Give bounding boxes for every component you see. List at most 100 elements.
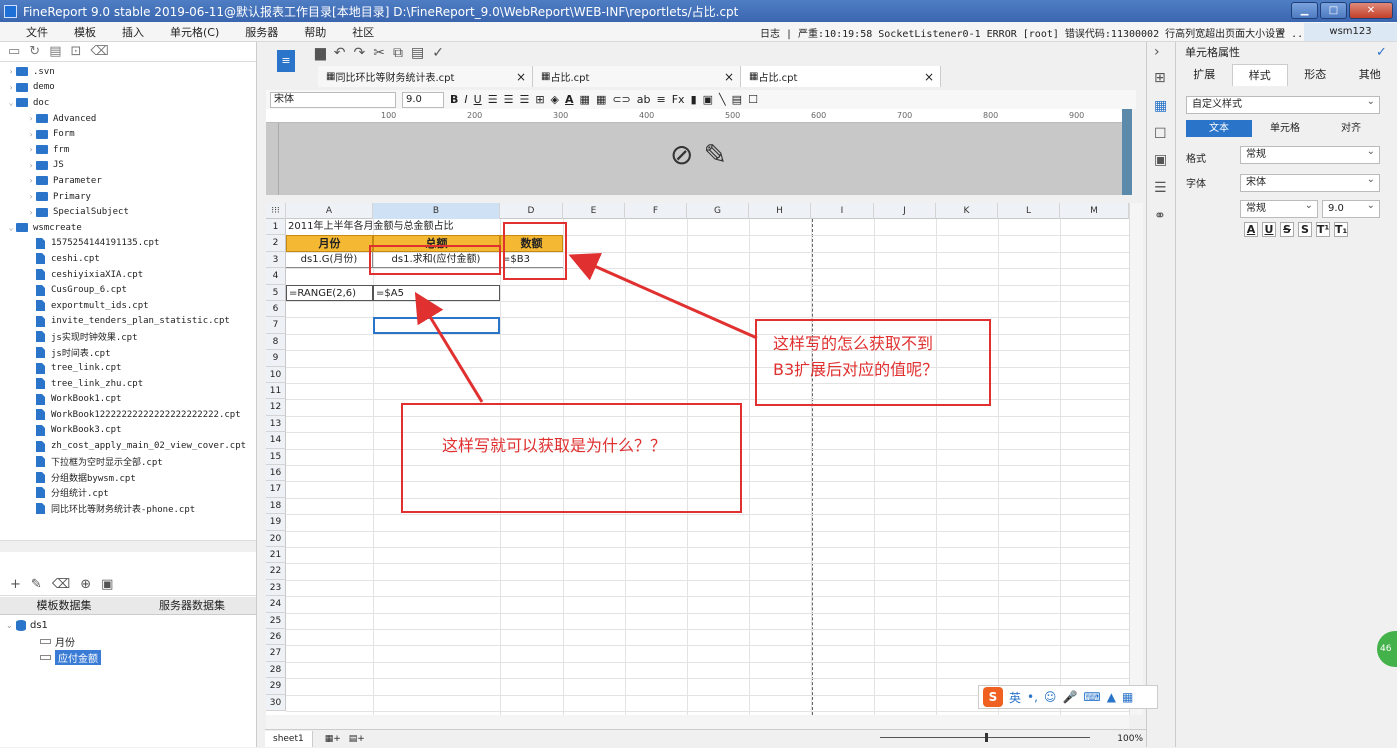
- tree-folder[interactable]: ›JS: [0, 158, 256, 174]
- sheet-tab[interactable]: sheet1: [265, 731, 313, 747]
- tree-file[interactable]: 分组数据bywsm.cpt: [0, 469, 256, 485]
- subtab-cell[interactable]: 单元格: [1252, 120, 1318, 137]
- row-header-cell[interactable]: 3: [266, 252, 286, 268]
- tree-folder[interactable]: ›Primary: [0, 189, 256, 205]
- more-icon[interactable]: ☐: [748, 93, 758, 106]
- refresh-icon[interactable]: ↻: [29, 44, 40, 59]
- row-header-cell[interactable]: 9: [266, 350, 286, 366]
- search-icon[interactable]: ⌕: [1278, 23, 1286, 39]
- tree-folder[interactable]: ›demo: [0, 80, 256, 96]
- row-header-cell[interactable]: 8: [266, 334, 286, 350]
- zoom-level[interactable]: 100%: [1117, 730, 1149, 748]
- status-message[interactable]: 日志 | 严重:10:19:58 SocketListener0-1 ERROR…: [760, 25, 1309, 40]
- tree-folder[interactable]: ›Advanced: [0, 111, 256, 127]
- tree-file[interactable]: zh_cost_apply_main_02_view_cover.cpt: [0, 438, 256, 454]
- tab-other[interactable]: 其他: [1343, 64, 1397, 86]
- header-scrollbar[interactable]: [1122, 109, 1132, 195]
- align-left-icon[interactable]: ☰: [488, 93, 498, 106]
- tree-folder[interactable]: ›.svn: [0, 64, 256, 80]
- tree-file[interactable]: 同比环比等财务统计表-phone.cpt: [0, 501, 256, 517]
- column-header-cell[interactable]: F: [625, 203, 687, 219]
- subtab-text[interactable]: 文本: [1186, 120, 1252, 137]
- formula-icon[interactable]: Fx: [672, 93, 685, 106]
- row-header-cell[interactable]: 13: [266, 416, 286, 432]
- row-header-cell[interactable]: 24: [266, 596, 286, 612]
- row-header-cell[interactable]: 26: [266, 629, 286, 645]
- edit-icon[interactable]: ✎: [31, 577, 42, 592]
- checkmark-icon[interactable]: ✓: [1376, 45, 1387, 60]
- row-header-cell[interactable]: 25: [266, 613, 286, 629]
- font-size-property[interactable]: 9.0: [1322, 200, 1380, 218]
- grid-icon[interactable]: ▦: [1122, 690, 1133, 704]
- tab-expand[interactable]: 扩展: [1177, 64, 1232, 86]
- list-icon[interactable]: ☰: [1154, 180, 1167, 196]
- tree-file[interactable]: WorkBook1.cpt: [0, 391, 256, 407]
- tree-file[interactable]: CusGroup_6.cpt: [0, 282, 256, 298]
- row-header-cell[interactable]: 12: [266, 399, 286, 415]
- document-tab[interactable]: ▦ 同比环比等财务统计表.cpt×: [318, 66, 533, 87]
- microphone-icon[interactable]: 🎤: [1062, 690, 1077, 704]
- tree-file[interactable]: ceshi.cpt: [0, 251, 256, 267]
- preview-icon[interactable]: ⊕: [80, 577, 91, 592]
- format-select[interactable]: 常规: [1240, 146, 1380, 164]
- menu-item[interactable]: 服务器: [232, 24, 291, 40]
- save-icon[interactable]: ▆: [315, 45, 326, 61]
- zoom-slider-handle[interactable]: [985, 733, 988, 742]
- keyboard-icon[interactable]: ⌨: [1083, 690, 1100, 704]
- subtab-align[interactable]: 对齐: [1318, 120, 1384, 137]
- tree-folder[interactable]: ›SpecialSubject: [0, 204, 256, 220]
- row-header-cell[interactable]: 7: [266, 317, 286, 333]
- richtext-icon[interactable]: ≡: [657, 93, 666, 106]
- column-header-cell[interactable]: J: [874, 203, 936, 219]
- column-header-cell[interactable]: E: [563, 203, 625, 219]
- widget-icon[interactable]: ▦: [1154, 98, 1167, 114]
- tree-file[interactable]: 分组统计.cpt: [0, 485, 256, 501]
- column-header-cell[interactable]: A: [286, 203, 373, 219]
- menu-item[interactable]: 单元格(C): [157, 24, 232, 40]
- vertical-scrollbar[interactable]: [1129, 203, 1143, 715]
- tab-template-datasets[interactable]: 模板数据集: [0, 597, 128, 614]
- tree-folder[interactable]: ⌄doc: [0, 95, 256, 111]
- merge-icon[interactable]: ▦: [580, 93, 590, 106]
- cell-property-icon[interactable]: ⊞: [1154, 70, 1166, 86]
- subscript-icon[interactable]: T₁: [1334, 222, 1348, 237]
- open-folder-icon[interactable]: ▭: [8, 44, 20, 59]
- underline-icon[interactable]: U: [474, 93, 482, 106]
- grid-corner[interactable]: ⁝⁝⁝: [266, 203, 286, 219]
- row-header-cell[interactable]: 27: [266, 645, 286, 661]
- cell-selected[interactable]: [373, 317, 500, 333]
- punctuation-icon[interactable]: •,: [1027, 690, 1038, 704]
- cut-icon[interactable]: ✂: [373, 45, 385, 61]
- font-color-icon[interactable]: A: [1244, 222, 1258, 237]
- undo-icon[interactable]: ↶: [334, 45, 346, 61]
- lock-icon[interactable]: ⊡: [71, 44, 82, 59]
- column-header-cell[interactable]: L: [998, 203, 1060, 219]
- file-icon[interactable]: ▤: [49, 44, 61, 59]
- minimize-button[interactable]: ▁: [1291, 2, 1318, 19]
- row-header-cell[interactable]: 21: [266, 547, 286, 563]
- tree-file[interactable]: tree_link.cpt: [0, 360, 256, 376]
- column-header-cell[interactable]: M: [1060, 203, 1129, 219]
- column-header-cell[interactable]: H: [749, 203, 811, 219]
- ime-toolbar[interactable]: S 英 •, ☺ 🎤 ⌨ ▲ ▦: [978, 685, 1158, 709]
- row-header-cell[interactable]: 15: [266, 449, 286, 465]
- horizontal-scrollbar[interactable]: [266, 715, 1129, 729]
- row-header-cell[interactable]: 30: [266, 695, 286, 711]
- tab-server-datasets[interactable]: 服务器数据集: [128, 597, 256, 614]
- row-header-cell[interactable]: 10: [266, 367, 286, 383]
- tree-file[interactable]: tree_link_zhu.cpt: [0, 376, 256, 392]
- italic-icon[interactable]: I: [464, 93, 467, 106]
- link-icon[interactable]: ⊂⊃: [612, 93, 630, 106]
- tree-file[interactable]: 1575254144191135.cpt: [0, 236, 256, 252]
- close-tab-icon[interactable]: ×: [924, 70, 934, 84]
- row-header-cell[interactable]: 11: [266, 383, 286, 399]
- redo-icon[interactable]: ↷: [354, 45, 366, 61]
- tab-shape[interactable]: 形态: [1288, 64, 1343, 86]
- tree-file[interactable]: ceshiyixiaXIA.cpt: [0, 267, 256, 283]
- document-tab[interactable]: ▦ 占比.cpt×: [533, 66, 741, 87]
- font-style-select[interactable]: 常规: [1240, 200, 1318, 218]
- border-icon[interactable]: ⊞: [535, 93, 544, 106]
- close-window-button[interactable]: ✕: [1349, 2, 1393, 19]
- row-header-cell[interactable]: 17: [266, 481, 286, 497]
- subreport-icon[interactable]: ▤: [732, 93, 742, 106]
